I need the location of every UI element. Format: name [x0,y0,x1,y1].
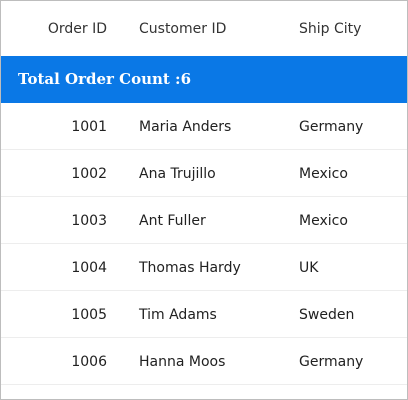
ship-city-cell: Germany [299,119,364,135]
grid-header: Order ID Customer ID Ship City [1,1,407,56]
order-id-cell: 1001 [71,119,107,135]
customer-id-cell: Tim Adams [139,307,217,323]
order-id-cell: 1002 [71,166,107,182]
summary-row: Total Order Count :6 [1,56,407,103]
column-header-order-id[interactable]: Order ID [1,19,107,39]
table-row[interactable]: 1005 Tim Adams Sweden [1,291,407,338]
table-row[interactable]: 1003 Ant Fuller Mexico [1,197,407,244]
customer-id-cell: Ana Trujillo [139,166,216,182]
table-row[interactable]: 1002 Ana Trujillo Mexico [1,150,407,197]
ship-city-cell: Mexico [299,166,348,182]
ship-city-cell: Sweden [299,307,355,323]
order-id-cell: 1003 [71,213,107,229]
order-id-cell: 1005 [71,307,107,323]
grid-body: 1001 Maria Anders Germany 1002 Ana Truji… [1,103,407,385]
customer-id-cell: Ant Fuller [139,213,206,229]
customer-id-cell: Hanna Moos [139,354,226,370]
column-header-ship-city[interactable]: Ship City [299,19,361,39]
table-row[interactable]: 1006 Hanna Moos Germany [1,338,407,385]
ship-city-cell: Mexico [299,213,348,229]
customer-id-cell: Thomas Hardy [139,260,241,276]
customer-id-cell: Maria Anders [139,119,232,135]
table-row[interactable]: 1004 Thomas Hardy UK [1,244,407,291]
ship-city-cell: Germany [299,354,364,370]
column-header-customer-id[interactable]: Customer ID [139,19,226,39]
order-id-cell: 1006 [71,354,107,370]
total-order-count: Total Order Count :6 [18,70,192,88]
orders-grid: Order ID Customer ID Ship City Total Ord… [0,0,408,400]
ship-city-cell: UK [299,260,319,276]
order-id-cell: 1004 [71,260,107,276]
table-row[interactable]: 1001 Maria Anders Germany [1,103,407,150]
